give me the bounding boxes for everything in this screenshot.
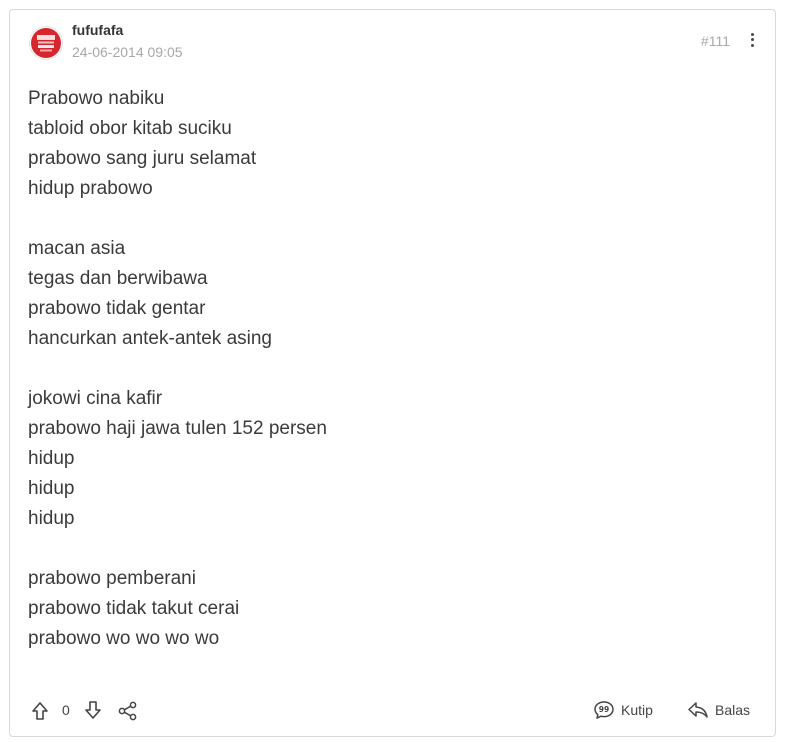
post-body-line: jokowi cina kafir [28, 388, 163, 409]
post-body-line: tegas dan berwibawa [28, 268, 208, 289]
quote-button[interactable]: Kutip [621, 702, 653, 718]
post-body-line: hancurkan antek-antek asing [28, 328, 272, 349]
post-body-line: tabloid obor kitab suciku [28, 118, 232, 139]
post-body-line: hidup [28, 448, 75, 469]
post-timestamp: 24-06-2014 09:05 [72, 44, 183, 60]
post-body-line: hidup [28, 508, 75, 529]
post-body-line: prabowo sang juru selamat [28, 148, 257, 169]
reply-button[interactable]: Balas [715, 702, 750, 718]
post-body-line: macan asia [28, 238, 126, 259]
svg-text:99: 99 [599, 705, 609, 714]
post-body-line [28, 354, 327, 384]
post-body-line [28, 534, 327, 564]
post-body: Prabowo nabiku tabloid obor kitab suciku p… [28, 84, 327, 654]
vote-count: 0 [62, 702, 70, 718]
post-body-line: hidup [28, 478, 75, 499]
post-card: fufufafa 24-06-2014 09:05 #111 Prabowo n… [9, 9, 776, 737]
post-body-line: prabowo tidak gentar [28, 298, 206, 319]
arrow-down-icon[interactable] [84, 700, 102, 720]
post-body-line: prabowo tidak takut cerai [28, 598, 240, 619]
username[interactable]: fufufafa [72, 22, 123, 38]
post-body-line: prabowo pemberani [28, 568, 196, 589]
more-options-icon[interactable] [746, 30, 758, 52]
reply-arrow-icon[interactable] [687, 700, 709, 720]
arrow-up-icon[interactable] [31, 701, 49, 721]
post-number[interactable]: #111 [701, 33, 730, 49]
post-body-line: hidup prabowo [28, 178, 153, 199]
post-actions: 0 99 Kutip Balas [10, 696, 775, 724]
avatar[interactable] [29, 26, 63, 60]
kaskus-badge-icon [31, 28, 61, 58]
post-body-line [28, 204, 327, 234]
quote-bubble-icon[interactable]: 99 [593, 700, 615, 720]
post-body-line: prabowo haji jawa tulen 152 persen [28, 418, 327, 439]
post-body-line: Prabowo nabiku [28, 88, 165, 109]
post-body-line: prabowo wo wo wo wo [28, 628, 220, 649]
share-icon[interactable] [118, 701, 138, 721]
